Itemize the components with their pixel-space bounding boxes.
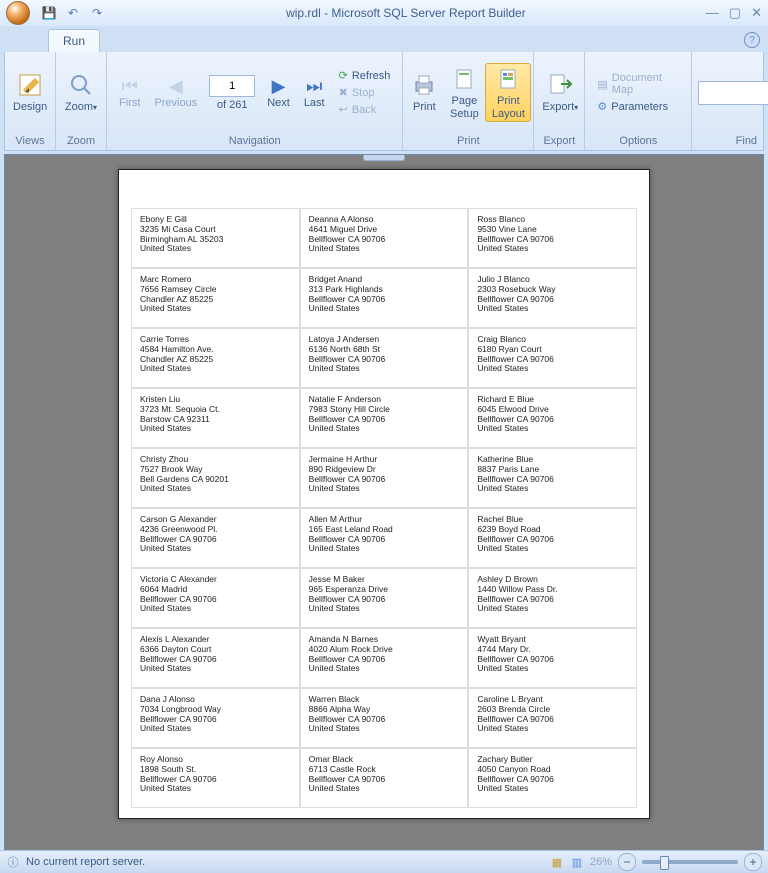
window-buttons: — ▢ ✕ [706, 5, 762, 21]
document-map-button: ▤Document Map [595, 71, 681, 97]
group-print-label: Print [403, 133, 533, 150]
address-label: Ashley D Brown1440 Willow Pass Dr.Bellfl… [468, 568, 637, 628]
export-icon [546, 71, 574, 99]
design-button[interactable]: Design [11, 69, 49, 115]
address-label: Richard E Blue6045 Elwood DriveBellflowe… [468, 388, 637, 448]
first-page-button[interactable]: ⏮First [113, 74, 146, 111]
address-label: Omar Black6713 Castle RockBellflower CA … [300, 748, 469, 808]
minimize-icon[interactable]: — [706, 5, 719, 21]
print-layout-icon [494, 65, 522, 93]
group-find-label: Find [692, 133, 768, 150]
help-icon[interactable]: ? [744, 32, 760, 48]
parameters-button[interactable]: ⚙Parameters [595, 99, 681, 114]
address-label: Kristen Liu3723 Mt. Sequoia Ct.Barstow C… [131, 388, 300, 448]
app-orb[interactable] [6, 1, 30, 25]
maximize-icon[interactable]: ▢ [729, 5, 741, 21]
address-label: Natalie F Anderson7983 Stony Hill Circle… [300, 388, 469, 448]
address-label: Marc Romero7656 Ramsey CircleChandler AZ… [131, 268, 300, 328]
address-label: Deanna A Alonso4641 Miguel DriveBellflow… [300, 208, 469, 268]
group-navigation-label: Navigation [107, 133, 402, 150]
tab-run[interactable]: Run [48, 29, 100, 52]
address-label: Katherine Blue8837 Paris LaneBellflower … [468, 448, 637, 508]
address-label: Julio J Blanco2303 Rosebuck WayBellflowe… [468, 268, 637, 328]
group-export-label: Export [534, 133, 584, 150]
address-label: Victoria C Alexander6064 MadridBellflowe… [131, 568, 300, 628]
print-button[interactable]: Print [405, 69, 443, 115]
window-title: wip.rdl - Microsoft SQL Server Report Bu… [106, 6, 706, 20]
address-label: Ross Blanco9530 Vine LaneBellflower CA 9… [468, 208, 637, 268]
previous-icon: ◀ [169, 76, 183, 97]
refresh-button[interactable]: ⟳Refresh [337, 68, 393, 83]
print-layout-button[interactable]: Print Layout [485, 63, 531, 121]
address-label: Amanda N Barnes4020 Alum Rock DriveBellf… [300, 628, 469, 688]
last-page-button[interactable]: ⏭Last [298, 74, 331, 111]
address-label: Allen M Arthur165 East Leland RoadBellfl… [300, 508, 469, 568]
address-label: Jesse M Baker965 Esperanza DriveBellflow… [300, 568, 469, 628]
address-label: Caroline L Bryant2603 Brenda CircleBellf… [468, 688, 637, 748]
address-label: Wyatt Bryant4744 Mary Dr.Bellflower CA 9… [468, 628, 637, 688]
stop-button: ✖Stop [337, 85, 393, 100]
address-label: Rachel Blue6239 Boyd RoadBellflower CA 9… [468, 508, 637, 568]
design-icon [16, 71, 44, 99]
status-text: No current report server. [26, 856, 145, 868]
export-button[interactable]: Export▾ [540, 69, 580, 115]
address-label: Dana J Alonso7034 Longbrood WayBellflowe… [131, 688, 300, 748]
address-label: Bridget Anand313 Park HighlandsBellflowe… [300, 268, 469, 328]
address-label: Zachary Butler4050 Canyon RoadBellflower… [468, 748, 637, 808]
status-bar: ⓘ No current report server. ▦ ▥ 26% − + [0, 850, 768, 873]
address-label: Alexis L Alexander6366 Dayton CourtBellf… [131, 628, 300, 688]
back-button: ↩Back [337, 102, 393, 117]
page-total-label: of 261 [217, 99, 248, 111]
address-label: Ebony E Gill3235 Mi Casa CourtBirmingham… [131, 208, 300, 268]
group-views-label: Views [5, 133, 55, 150]
address-label: Carson G Alexander4236 Greenwood Pl.Bell… [131, 508, 300, 568]
parameters-icon: ⚙ [597, 100, 607, 113]
document-map-icon: ▤ [597, 78, 607, 91]
report-page: Ebony E Gill3235 Mi Casa CourtBirmingham… [118, 169, 650, 819]
splitter-handle[interactable] [363, 155, 405, 161]
save-icon[interactable]: 💾 [40, 4, 58, 22]
address-label: Christy Zhou7527 Brook WayBell Gardens C… [131, 448, 300, 508]
undo-icon[interactable]: ↶ [64, 4, 82, 22]
page-setup-icon [450, 65, 478, 93]
address-label: Roy Alonso1898 South St.Bellflower CA 90… [131, 748, 300, 808]
previous-page-button[interactable]: ◀Previous [148, 74, 203, 111]
zoom-slider[interactable] [642, 860, 738, 864]
print-icon [410, 71, 438, 99]
back-icon: ↩ [339, 103, 348, 116]
find-input[interactable] [698, 81, 768, 105]
address-label: Craig Blanco6180 Ryan CourtBellflower CA… [468, 328, 637, 388]
stop-icon: ✖ [339, 86, 348, 99]
refresh-icon: ⟳ [339, 69, 348, 82]
ribbon: Design Views Zoom▾ Zoom ⏮First ◀Previous… [4, 52, 764, 151]
quick-access-toolbar: 💾 ↶ ↷ [40, 4, 106, 22]
last-icon: ⏭ [306, 76, 322, 97]
group-zoom-label: Zoom [56, 133, 106, 150]
page-setup-button[interactable]: Page Setup [443, 63, 485, 121]
address-label: Jermaine H Arthur890 Ridgeview DrBellflo… [300, 448, 469, 508]
zoom-in-button[interactable]: + [744, 853, 762, 871]
zoom-button[interactable]: Zoom▾ [62, 69, 100, 115]
title-bar: 💾 ↶ ↷ wip.rdl - Microsoft SQL Server Rep… [0, 0, 768, 26]
close-icon[interactable]: ✕ [751, 5, 762, 21]
next-icon: ▶ [272, 76, 286, 97]
address-label: Latoya J Andersen6136 North 68th StBellf… [300, 328, 469, 388]
next-page-button[interactable]: ▶Next [261, 74, 296, 111]
address-label: Warren Black8866 Alpha WayBellflower CA … [300, 688, 469, 748]
redo-icon[interactable]: ↷ [88, 4, 106, 22]
zoom-percent: 26% [590, 856, 612, 868]
address-label: Carrie Torres4584 Hamilton Ave.Chandler … [131, 328, 300, 388]
current-page-input[interactable] [209, 75, 255, 97]
status-layout-icon[interactable]: ▥ [570, 855, 584, 869]
zoom-icon [67, 71, 95, 99]
server-status-icon: ⓘ [6, 855, 20, 869]
report-viewer: Ebony E Gill3235 Mi Casa CourtBirmingham… [4, 154, 764, 851]
ribbon-tab-row: Run ? [0, 26, 768, 52]
zoom-out-button[interactable]: − [618, 853, 636, 871]
group-options-label: Options [585, 133, 691, 150]
status-page-icon[interactable]: ▦ [550, 855, 564, 869]
zoom-thumb[interactable] [660, 856, 669, 870]
first-icon: ⏮ [122, 76, 138, 97]
